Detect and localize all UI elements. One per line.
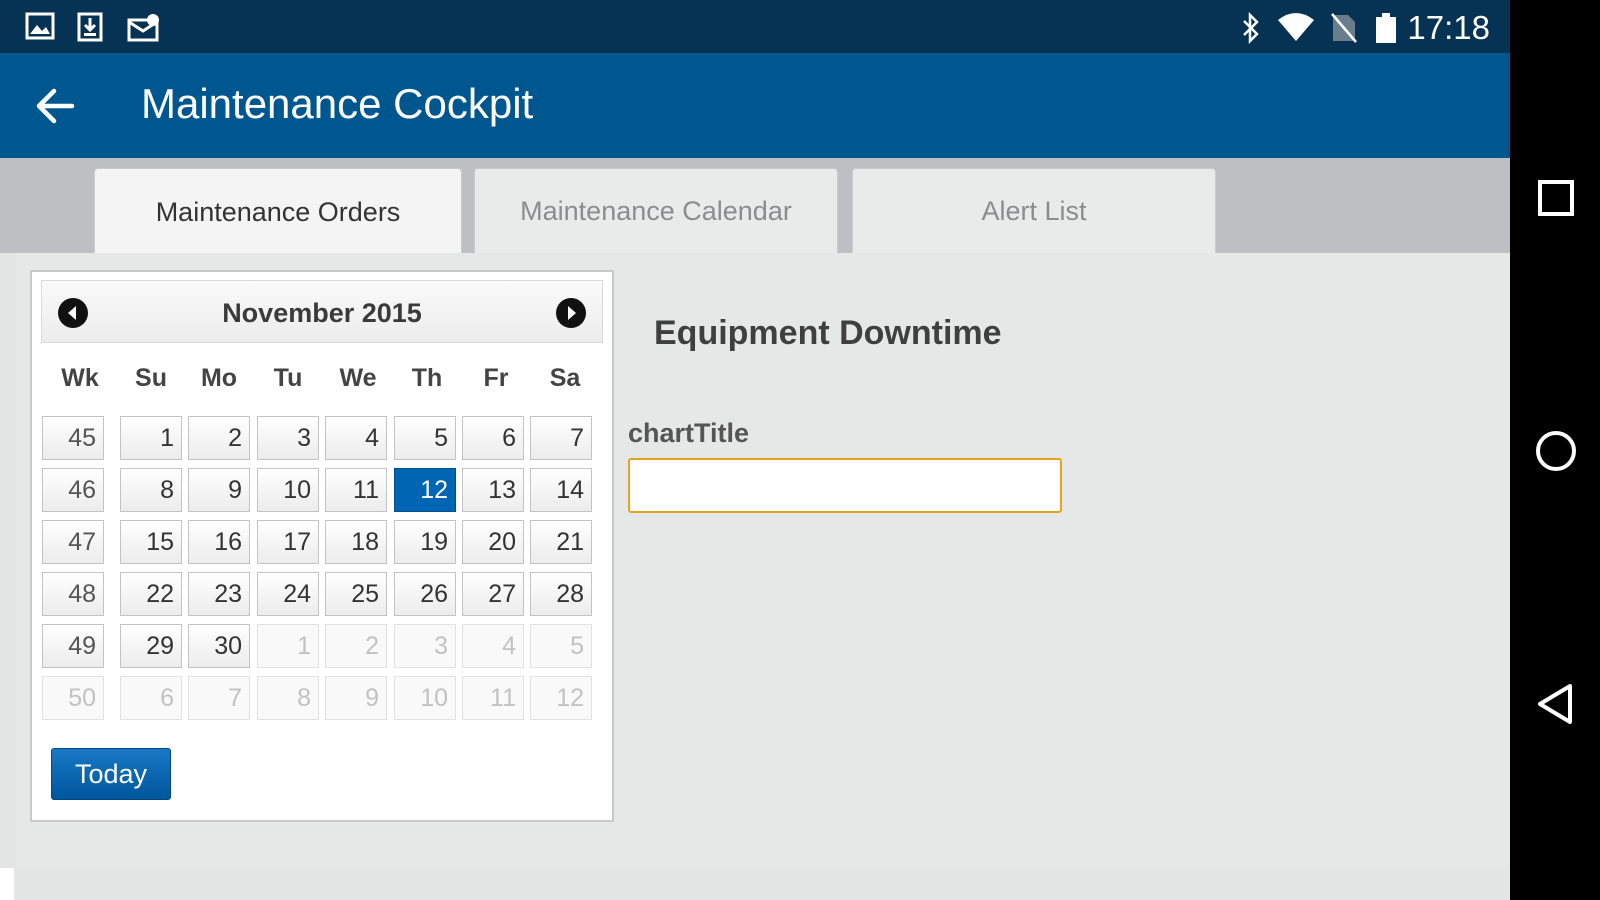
day-cell[interactable]: 18 <box>325 520 387 564</box>
day-cell[interactable]: 8 <box>120 468 182 512</box>
day-cell[interactable]: 13 <box>462 468 524 512</box>
app-window: 17:18 Maintenance Cockpit Maintenance Or… <box>0 0 1510 900</box>
selected-day-cell[interactable]: 12 <box>394 468 456 512</box>
chart-title-label: chartTitle <box>628 418 750 448</box>
day-cell[interactable]: 7 <box>530 416 592 460</box>
battery-icon <box>1376 13 1396 43</box>
today-button-label: Today <box>74 758 148 789</box>
bluetooth-icon <box>1243 12 1259 44</box>
day-cell[interactable]: 19 <box>394 520 456 564</box>
day-cell[interactable]: 1 <box>120 416 182 460</box>
weekday-header: Wk <box>61 364 99 392</box>
weekday-header: We <box>339 364 377 392</box>
day-cell: 9 <box>325 676 387 720</box>
weekday-header: Su <box>135 364 167 392</box>
back-triangle-icon[interactable] <box>1530 678 1582 730</box>
day-cell[interactable]: 15 <box>120 520 182 564</box>
arrow-left-icon[interactable] <box>32 83 78 129</box>
day-cell[interactable]: 11 <box>325 468 387 512</box>
app-title: Maintenance Cockpit <box>141 80 534 127</box>
tab-label: Maintenance Calendar <box>520 196 792 226</box>
day-cell: 3 <box>394 624 456 668</box>
day-cell: 4 <box>462 624 524 668</box>
day-cell[interactable]: 6 <box>462 416 524 460</box>
day-cell[interactable]: 21 <box>530 520 592 564</box>
day-cell[interactable]: 26 <box>394 572 456 616</box>
section-title: Equipment Downtime <box>654 314 1002 352</box>
next-month-icon[interactable] <box>555 297 587 329</box>
day-cell: 5 <box>530 624 592 668</box>
weekday-header: Sa <box>549 364 581 392</box>
status-bar: 17:18 <box>0 0 1510 53</box>
day-cell[interactable]: 27 <box>462 572 524 616</box>
tab-maintenance-orders[interactable]: Maintenance Orders <box>94 168 462 256</box>
day-cell: 2 <box>325 624 387 668</box>
recents-square-icon[interactable] <box>1530 172 1582 224</box>
tab-alert-list[interactable]: Alert List <box>852 168 1216 254</box>
day-cell: 11 <box>462 676 524 720</box>
weekday-header: Fr <box>483 364 509 392</box>
day-cell[interactable]: 5 <box>394 416 456 460</box>
week-number: 48 <box>42 572 104 616</box>
tab-maintenance-calendar[interactable]: Maintenance Calendar <box>474 168 838 254</box>
week-number: 46 <box>42 468 104 512</box>
weekday-header: Th <box>411 364 443 392</box>
day-cell: 8 <box>257 676 319 720</box>
day-cell[interactable]: 4 <box>325 416 387 460</box>
week-number: 45 <box>42 416 104 460</box>
no-sim-icon <box>1331 13 1357 43</box>
day-cell: 12 <box>530 676 592 720</box>
day-cell[interactable]: 14 <box>530 468 592 512</box>
month-label: November 2015 <box>222 298 422 328</box>
today-button[interactable]: Today <box>51 748 171 800</box>
tab-bar: Maintenance Orders Maintenance Calendar … <box>0 158 1510 256</box>
day-cell[interactable]: 24 <box>257 572 319 616</box>
day-cell[interactable]: 28 <box>530 572 592 616</box>
day-cell[interactable]: 22 <box>120 572 182 616</box>
day-cell[interactable]: 29 <box>120 624 182 668</box>
day-cell[interactable]: 23 <box>188 572 250 616</box>
day-cell[interactable]: 10 <box>257 468 319 512</box>
week-number: 49 <box>42 624 104 668</box>
day-cell[interactable]: 25 <box>325 572 387 616</box>
day-cell[interactable]: 2 <box>188 416 250 460</box>
day-cell[interactable]: 20 <box>462 520 524 564</box>
bottom-strip <box>0 868 14 900</box>
datepicker-header: November 2015 <box>41 280 603 343</box>
chart-title-input[interactable] <box>628 458 1062 513</box>
weekday-header: Mo <box>200 364 238 392</box>
status-time: 17:18 <box>1407 9 1490 46</box>
day-cell: 6 <box>120 676 182 720</box>
home-circle-icon[interactable] <box>1530 425 1582 477</box>
day-cell: 1 <box>257 624 319 668</box>
day-cell[interactable]: 30 <box>188 624 250 668</box>
day-cell[interactable]: 17 <box>257 520 319 564</box>
system-nav-bar <box>1510 0 1600 900</box>
weekday-header: Tu <box>273 364 303 392</box>
day-cell[interactable]: 3 <box>257 416 319 460</box>
tab-label: Alert List <box>981 196 1087 226</box>
mail-notification-icon <box>127 14 159 42</box>
day-cell[interactable]: 16 <box>188 520 250 564</box>
download-notification-icon <box>77 12 103 42</box>
datepicker: November 2015 Wk Su Mo Tu We Th Fr Sa 45… <box>30 270 614 822</box>
day-cell[interactable]: 9 <box>188 468 250 512</box>
image-notification-icon <box>25 12 55 40</box>
app-bar: Maintenance Cockpit <box>0 53 1510 158</box>
week-number: 50 <box>42 676 104 720</box>
week-number: 47 <box>42 520 104 564</box>
day-cell: 10 <box>394 676 456 720</box>
day-cell: 7 <box>188 676 250 720</box>
tab-label: Maintenance Orders <box>155 197 401 227</box>
wifi-icon <box>1278 13 1314 41</box>
